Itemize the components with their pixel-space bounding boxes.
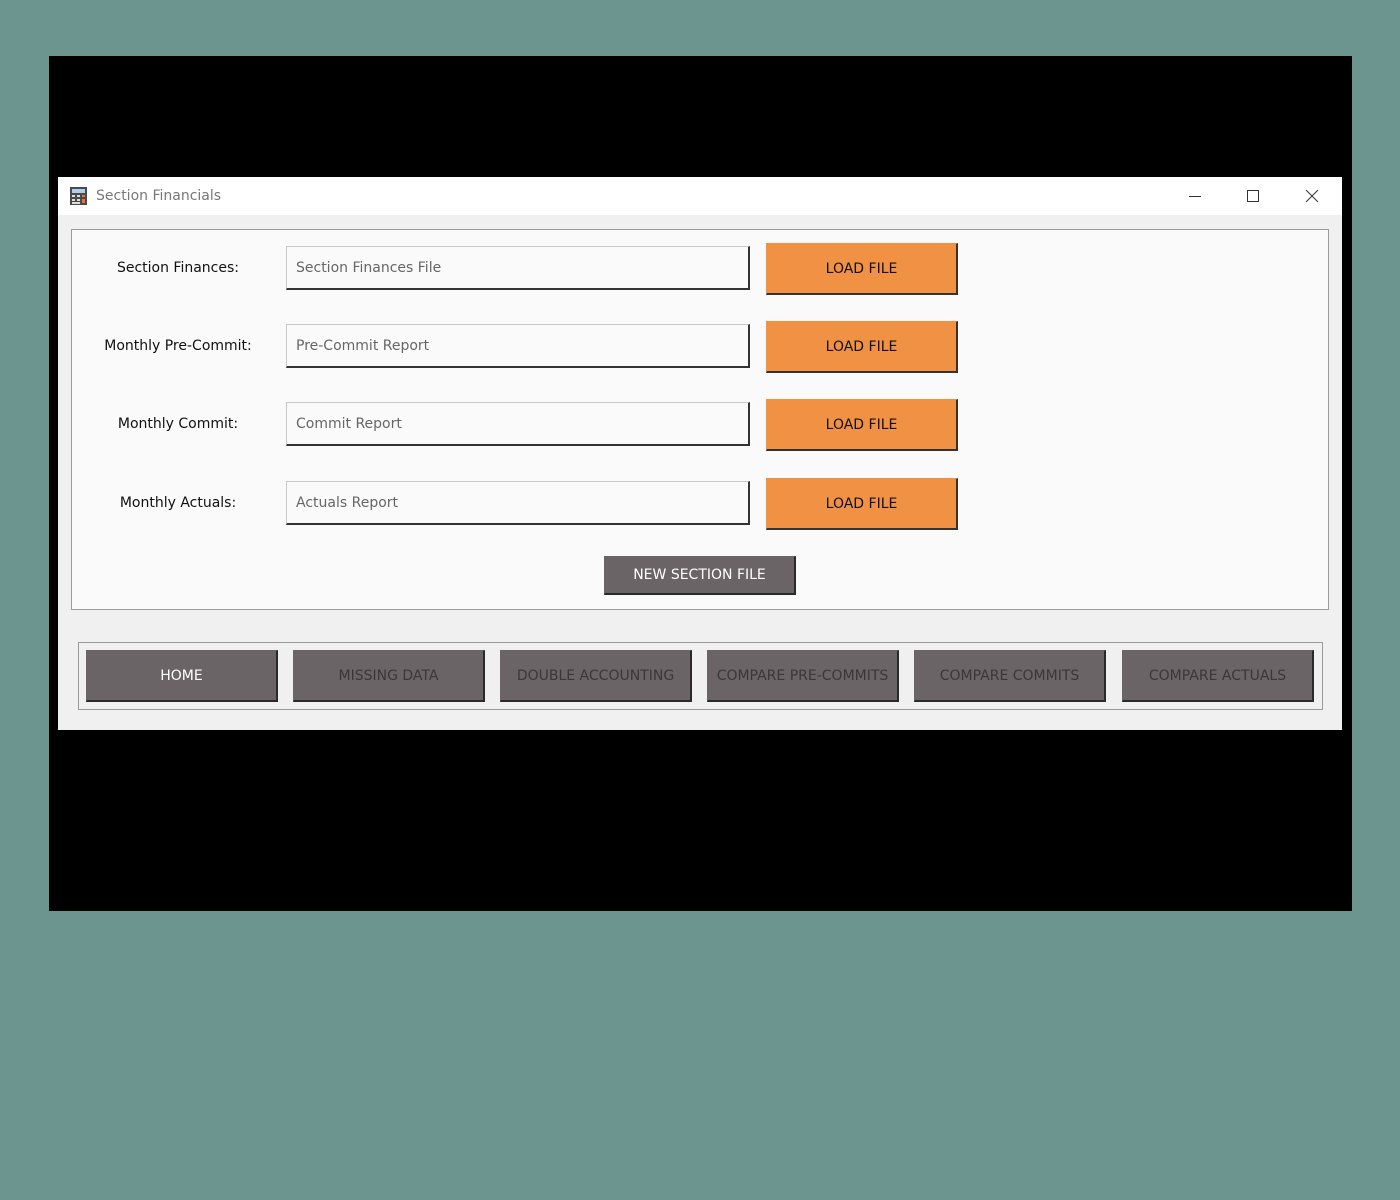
close-icon bbox=[1305, 189, 1319, 203]
pre-commit-input[interactable] bbox=[286, 324, 750, 368]
load-actuals-button[interactable]: LOAD FILE bbox=[766, 478, 958, 530]
nav-bar: HOME MISSING DATA DOUBLE ACCOUNTING COMP… bbox=[78, 642, 1323, 710]
title-bar[interactable]: Section Financials bbox=[58, 177, 1342, 215]
minimize-button[interactable] bbox=[1172, 182, 1218, 210]
nav-double-accounting-button[interactable]: DOUBLE ACCOUNTING bbox=[500, 650, 692, 702]
nav-compare-pre-commits-button[interactable]: COMPARE PRE-COMMITS bbox=[707, 650, 899, 702]
maximize-button[interactable] bbox=[1230, 182, 1276, 210]
calculator-icon bbox=[70, 187, 87, 205]
actuals-input[interactable] bbox=[286, 481, 750, 525]
maximize-icon bbox=[1247, 190, 1259, 202]
nav-compare-actuals-button[interactable]: COMPARE ACTUALS bbox=[1122, 650, 1314, 702]
load-commit-button[interactable]: LOAD FILE bbox=[766, 399, 958, 451]
new-section-file-button[interactable]: NEW SECTION FILE bbox=[604, 556, 796, 595]
window-title: Section Financials bbox=[96, 188, 222, 204]
close-button[interactable] bbox=[1289, 182, 1335, 210]
nav-home-button[interactable]: HOME bbox=[86, 650, 278, 702]
load-pre-commit-button[interactable]: LOAD FILE bbox=[766, 321, 958, 373]
app-window: Section Financials Section Finances: LOA… bbox=[58, 177, 1342, 730]
nav-missing-data-button[interactable]: MISSING DATA bbox=[293, 650, 485, 702]
nav-compare-commits-button[interactable]: COMPARE COMMITS bbox=[914, 650, 1106, 702]
section-finances-input[interactable] bbox=[286, 246, 750, 290]
minimize-icon bbox=[1189, 196, 1201, 197]
monthly-commit-label: Monthly Commit: bbox=[117, 416, 239, 432]
monthly-pre-commit-label: Monthly Pre-Commit: bbox=[104, 338, 252, 354]
load-section-finances-button[interactable]: LOAD FILE bbox=[766, 243, 958, 295]
file-load-panel: Section Finances: LOAD FILE Monthly Pre-… bbox=[71, 229, 1329, 610]
monthly-actuals-label: Monthly Actuals: bbox=[119, 495, 237, 511]
commit-input[interactable] bbox=[286, 402, 750, 446]
section-finances-label: Section Finances: bbox=[116, 260, 240, 276]
